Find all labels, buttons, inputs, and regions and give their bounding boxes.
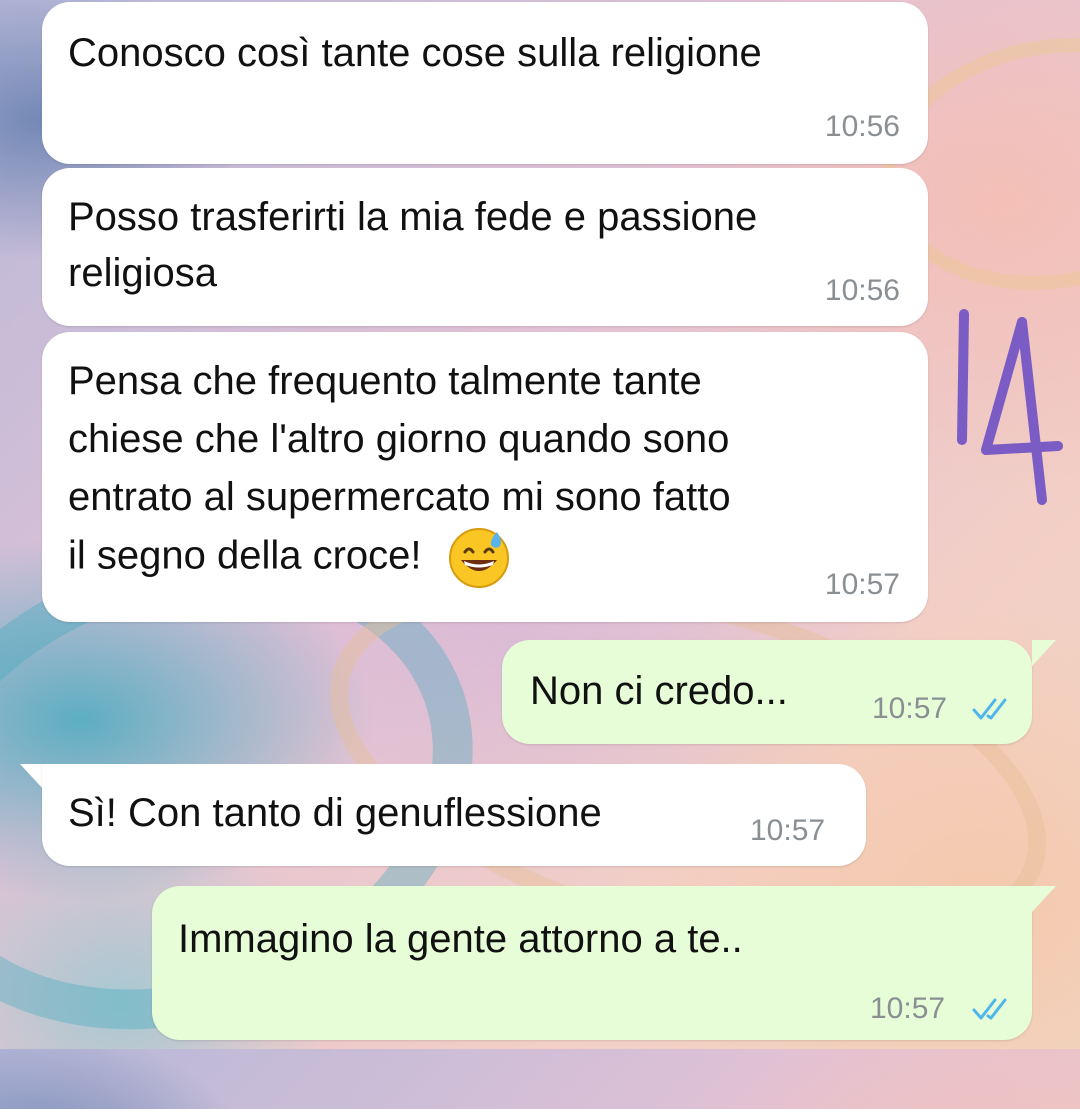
read-receipt-double-check-icon	[972, 698, 1007, 720]
message-text: Immagino la gente attorno a te..	[178, 917, 743, 961]
message-text-line: entrato al supermercato mi sono fatto	[68, 475, 731, 519]
message-bubble-incoming[interactable]: Conosco così tante cose sulla religione …	[42, 2, 928, 164]
message-text-line: religiosa	[68, 251, 217, 295]
message-timestamp: 10:57	[750, 814, 826, 847]
chat-screen: { "messages": [ { "direction": "incoming…	[0, 0, 1080, 1109]
message-timestamp: 10:57	[824, 568, 900, 601]
message-bubble-incoming[interactable]: Sì! Con tanto di genuflessione 10:57	[42, 764, 866, 866]
grinning-face-with-sweat-icon	[448, 528, 509, 588]
message-text-line-with-emoji: il segno della croce!	[68, 526, 511, 590]
message-text-line: il segno della croce!	[68, 533, 422, 578]
message-text: Non ci credo...	[530, 669, 788, 713]
message-text-line: chiese che l'altro giorno quando sono	[68, 417, 730, 461]
bubble-tail	[1032, 640, 1056, 666]
message-timestamp: 10:57	[872, 692, 948, 725]
bubble-tail	[20, 764, 44, 790]
message-timestamp: 10:56	[824, 274, 900, 307]
message-text: Conosco così tante cose sulla religione	[68, 31, 762, 75]
message-bubble-incoming[interactable]: Posso trasferirti la mia fede e passione…	[42, 168, 928, 326]
message-bubble-outgoing[interactable]: Non ci credo... 10:57	[502, 640, 1032, 744]
bubble-tail	[1032, 886, 1056, 912]
message-text-line: Pensa che frequento talmente tante	[68, 359, 702, 403]
message-timestamp: 10:56	[824, 110, 900, 143]
message-timestamp: 10:57	[870, 992, 946, 1025]
message-bubble-outgoing[interactable]: Immagino la gente attorno a te.. 10:57	[152, 886, 1032, 1040]
handwritten-number-annotation	[957, 309, 1063, 505]
message-text: Sì! Con tanto di genuflessione	[68, 791, 602, 835]
message-bubble-incoming[interactable]: Pensa che frequento talmente tante chies…	[42, 332, 928, 622]
message-text-line: Posso trasferirti la mia fede e passione	[68, 195, 758, 239]
read-receipt-double-check-icon	[972, 998, 1007, 1020]
